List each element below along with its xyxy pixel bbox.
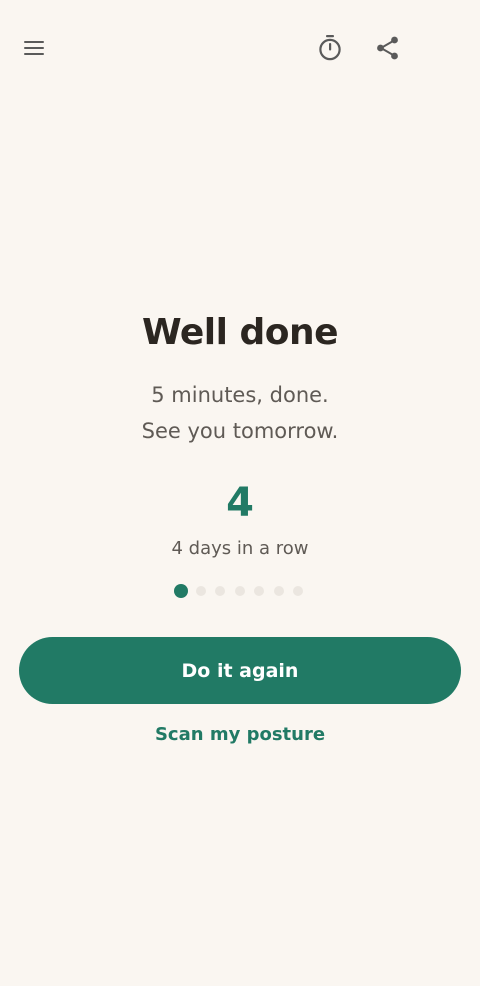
progress-dot [254, 586, 264, 596]
menu-button[interactable] [14, 28, 54, 68]
hamburger-menu-icon [24, 41, 44, 55]
top-bar [0, 0, 480, 96]
scan-my-posture-link[interactable]: Scan my posture [140, 720, 340, 750]
progress-dot [215, 586, 225, 596]
completion-message-line-1: 5 minutes, done. [151, 383, 329, 407]
progress-dot [293, 586, 303, 596]
completion-message-line-2: See you tomorrow. [141, 419, 339, 443]
timer-button[interactable] [310, 28, 350, 68]
streak-label: 4 days in a row [171, 538, 309, 559]
progress-dot [234, 586, 245, 596]
progress-dot [273, 586, 284, 596]
do-it-again-button[interactable]: Do it again [19, 637, 461, 704]
progress-dot [195, 586, 206, 596]
share-button[interactable] [368, 28, 408, 68]
completion-title: Well done [141, 312, 339, 353]
streak-count: 4 [226, 480, 254, 526]
stopwatch-icon [319, 35, 341, 61]
progress-dot-active [174, 584, 188, 598]
share-icon [377, 36, 398, 60]
